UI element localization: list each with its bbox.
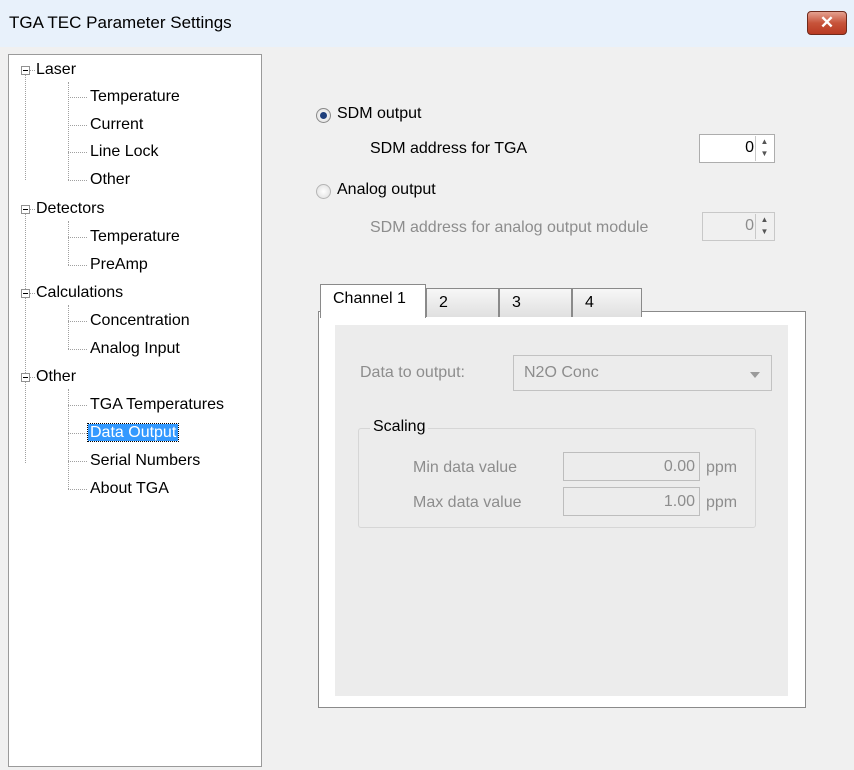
min-data-unit: ppm [706,459,738,476]
tree-connector [30,293,35,294]
tab-channel-4[interactable]: 4 [572,288,642,317]
tree-item-laser-other[interactable]: Other [90,168,130,192]
min-data-field[interactable]: 0.00 [563,452,700,481]
tree-item-concentration[interactable]: Concentration [90,309,190,333]
tree-connector [25,213,26,463]
data-to-output-value: N2O Conc [524,364,599,381]
tab-channel-3[interactable]: 3 [499,288,572,317]
tree-connector [68,152,87,153]
tree-connector [68,405,87,406]
tree-connector [68,237,87,238]
tree-connector [68,461,87,462]
close-icon: ✕ [819,13,835,32]
tree-connector [68,433,87,434]
data-to-output-select[interactable]: N2O Conc [513,355,772,391]
tree-item-analog-input[interactable]: Analog Input [90,337,180,361]
analog-address-stepper[interactable]: 0 ▲ ▼ [702,212,775,241]
stepper-arrows-icon[interactable]: ▲ ▼ [755,136,773,161]
tree-item-laser[interactable]: Laser [36,58,76,82]
collapse-detectors-icon[interactable] [21,205,30,214]
tree-item-laser-temperature[interactable]: Temperature [90,85,180,109]
tree-connector [68,489,87,490]
analog-output-radio[interactable] [316,184,331,199]
collapse-calculations-icon[interactable] [21,289,30,298]
tree-item-serial-numbers[interactable]: Serial Numbers [90,449,200,473]
sdm-output-radio[interactable] [316,108,331,123]
tree-connector [68,265,87,266]
sdm-address-label: SDM address for TGA [370,140,528,157]
collapse-laser-icon[interactable] [21,66,30,75]
tree-connector [68,305,69,349]
analog-address-label: SDM address for analog output module [370,219,649,236]
data-to-output-label: Data to output: [360,364,465,381]
close-button[interactable]: ✕ [807,11,847,35]
tree-item-detectors[interactable]: Detectors [36,197,104,221]
tree-item-other[interactable]: Other [36,365,76,389]
tree-connector [68,321,87,322]
analog-output-label[interactable]: Analog output [337,181,436,199]
tree-item-detector-temperature[interactable]: Temperature [90,225,180,249]
selected-label: Data Output [86,423,180,442]
stepper-arrows-icon[interactable]: ▲ ▼ [755,214,773,239]
tree-connector [68,180,87,181]
settings-tree[interactable]: Laser Temperature Current Line Lock Othe… [8,54,262,767]
tree-connector [30,70,35,71]
scaling-title: Scaling [370,418,429,436]
sdm-address-stepper[interactable]: 0 ▲ ▼ [699,134,775,163]
max-data-label: Max data value [413,494,522,511]
tree-item-preamp[interactable]: PreAmp [90,253,148,277]
dropdown-arrow-icon [750,372,760,378]
tree-connector [68,125,87,126]
tree-connector [30,209,35,210]
tree-item-data-output[interactable]: Data Output [86,421,180,445]
tree-item-calculations[interactable]: Calculations [36,281,123,305]
tree-item-about-tga[interactable]: About TGA [90,477,169,501]
tab-channel-2[interactable]: 2 [426,288,499,317]
tree-connector [30,377,35,378]
sdm-address-value: 0 [745,139,754,156]
tree-connector [68,97,87,98]
tab-channel-1[interactable]: Channel 1 [320,284,426,318]
tree-item-laser-current[interactable]: Current [90,113,143,137]
tree-connector [25,75,26,180]
tree-item-line-lock[interactable]: Line Lock [90,140,159,164]
tree-connector [68,221,69,265]
tree-item-tga-temperatures[interactable]: TGA Temperatures [90,393,224,417]
max-data-field[interactable]: 1.00 [563,487,700,516]
tree-connector [68,389,69,489]
analog-address-value: 0 [745,217,754,234]
window-title: TGA TEC Parameter Settings [9,13,232,32]
sdm-output-label[interactable]: SDM output [337,105,421,123]
collapse-other-icon[interactable] [21,373,30,382]
min-data-label: Min data value [413,459,518,476]
max-data-unit: ppm [706,494,738,511]
title-bar: TGA TEC Parameter Settings ✕ [0,0,854,47]
tree-connector [68,349,87,350]
